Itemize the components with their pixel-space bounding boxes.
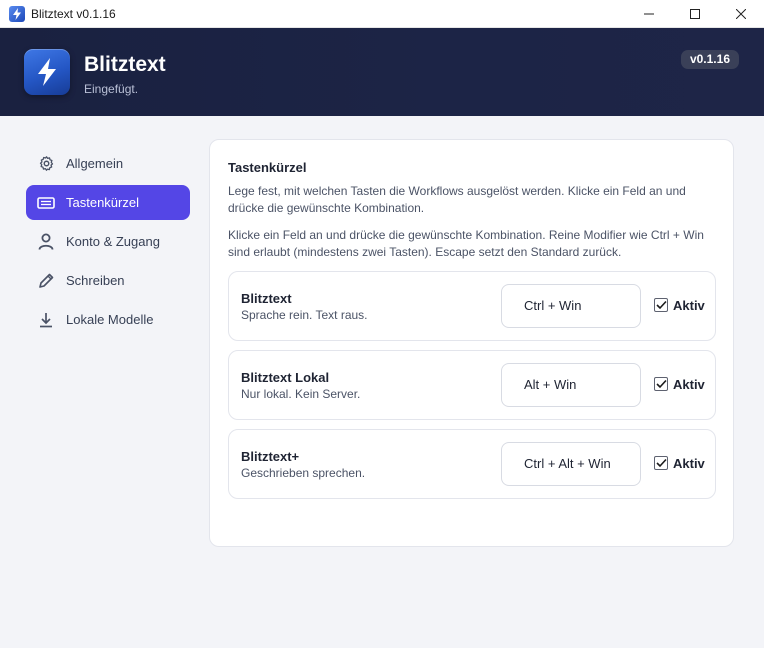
active-checkbox[interactable]: [654, 298, 668, 312]
workflow-description: Sprache rein. Text raus.: [241, 308, 368, 322]
sidebar-item-allgemein[interactable]: Allgemein: [26, 146, 190, 181]
hotkey-field[interactable]: Ctrl + Alt + Win: [501, 442, 641, 486]
hotkey-row-blitztext-plus: Blitztext+ Geschrieben sprechen. Ctrl + …: [228, 429, 716, 499]
maximize-button[interactable]: [672, 0, 718, 28]
workflow-name: Blitztext Lokal: [241, 370, 330, 385]
sidebar-item-schreiben[interactable]: Schreiben: [26, 263, 190, 298]
minimize-button[interactable]: [626, 0, 672, 28]
pencil-icon: [37, 272, 55, 290]
hotkey-row-blitztext-lokal: Blitztext Lokal Nur lokal. Kein Server. …: [228, 350, 716, 420]
sidebar-item-label: Lokale Modelle: [66, 312, 154, 327]
version-badge: v0.1.16: [680, 50, 739, 69]
checkmark-icon: [655, 300, 667, 310]
gear-icon: [37, 155, 55, 173]
sidebar-item-tastenkuerzel[interactable]: Tastenkürzel: [26, 185, 190, 220]
workflow-description: Nur lokal. Kein Server.: [241, 387, 361, 401]
window-title: Blitztext v0.1.16: [31, 6, 116, 21]
close-icon: [736, 9, 746, 19]
lightning-icon: [38, 58, 56, 86]
sidebar-item-label: Tastenkürzel: [66, 195, 139, 210]
title-bar: Blitztext v0.1.16: [0, 0, 764, 28]
checkmark-icon: [655, 458, 667, 468]
workflow-description: Geschrieben sprechen.: [241, 466, 366, 480]
hotkey-field[interactable]: Alt + Win: [501, 363, 641, 407]
app-header: Blitztext Eingefügt. v0.1.16: [0, 28, 764, 116]
app-logo: [24, 49, 70, 95]
panel-title: Tastenkürzel: [228, 160, 307, 175]
sidebar-item-label: Allgemein: [66, 156, 124, 171]
workflow-name: Blitztext: [241, 291, 292, 306]
active-checkbox[interactable]: [654, 456, 668, 470]
hotkeys-panel: Tastenkürzel Lege fest, mit welchen Tast…: [209, 139, 734, 547]
active-label[interactable]: Aktiv: [673, 456, 705, 471]
keyboard-icon: [37, 194, 55, 212]
sidebar: Allgemein Tastenkürzel Konto & Zugang Sc…: [26, 146, 190, 341]
panel-description: Lege fest, mit welchen Tasten die Workfl…: [228, 184, 686, 215]
sidebar-item-label: Schreiben: [66, 273, 125, 288]
active-checkbox[interactable]: [654, 377, 668, 391]
sidebar-item-konto[interactable]: Konto & Zugang: [26, 224, 190, 259]
sidebar-item-label: Konto & Zugang: [66, 234, 160, 249]
app-status: Eingefügt.: [84, 82, 139, 96]
user-icon: [37, 233, 55, 251]
hotkey-field[interactable]: Ctrl + Win: [501, 284, 641, 328]
download-icon: [37, 311, 55, 329]
minimize-icon: [644, 13, 654, 15]
workflow-name: Blitztext+: [241, 449, 300, 464]
checkmark-icon: [655, 379, 667, 389]
close-button[interactable]: [718, 0, 764, 28]
active-label[interactable]: Aktiv: [673, 298, 705, 313]
maximize-icon: [690, 9, 700, 19]
app-name: Blitztext: [84, 53, 166, 76]
active-label[interactable]: Aktiv: [673, 377, 705, 392]
hotkey-row-blitztext: Blitztext Sprache rein. Text raus. Ctrl …: [228, 271, 716, 341]
app-icon: [9, 5, 25, 22]
panel-hint: Klicke ein Feld an und drücke die gewüns…: [228, 228, 704, 259]
sidebar-item-lokale-modelle[interactable]: Lokale Modelle: [26, 302, 190, 337]
